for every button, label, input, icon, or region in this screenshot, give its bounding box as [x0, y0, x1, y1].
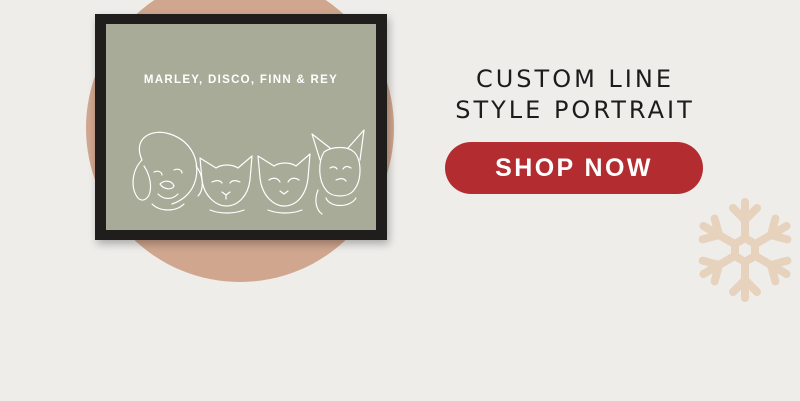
cat-two-line-icon — [257, 153, 311, 214]
shop-now-button[interactable]: SHOP NOW — [445, 142, 703, 194]
portrait-mat: MARLEY, DISCO, FINN & REY — [106, 24, 376, 230]
portrait-frame: MARLEY, DISCO, FINN & REY — [95, 14, 387, 240]
snowflake-icon — [698, 198, 792, 302]
pet-line-drawing — [132, 129, 365, 215]
small-dog-line-icon — [311, 129, 365, 215]
dog-line-icon — [132, 131, 203, 211]
headline-line-1: CUSTOM LINE — [475, 65, 674, 93]
headline-line-2: STYLE PORTRAIT — [455, 96, 695, 124]
portrait-names: MARLEY, DISCO, FINN & REY — [143, 74, 339, 86]
headline: CUSTOM LINE STYLE PORTRAIT — [420, 64, 730, 126]
cat-one-line-icon — [199, 155, 253, 214]
